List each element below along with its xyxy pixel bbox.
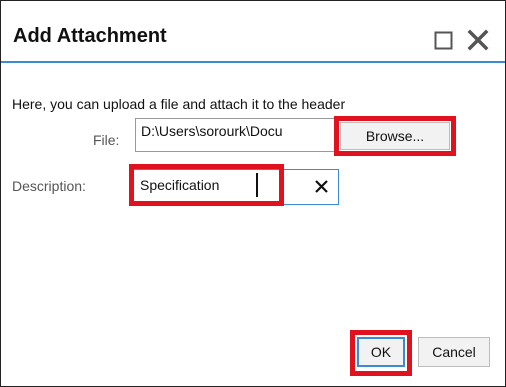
description-value: Specification: [140, 177, 220, 193]
maximize-icon[interactable]: [434, 31, 453, 50]
browse-button[interactable]: Browse...: [340, 122, 450, 150]
clear-icon[interactable]: [315, 180, 328, 193]
add-attachment-dialog: Add Attachment Here, you can upload a fi…: [0, 0, 506, 387]
text-caret: [256, 173, 258, 197]
file-label: File:: [93, 132, 120, 148]
file-path-input[interactable]: D:\Users\sorourk\Docu: [135, 118, 335, 152]
close-icon[interactable]: [466, 28, 490, 52]
description-label: Description:: [12, 178, 86, 194]
dialog-titlebar: Add Attachment: [1, 1, 505, 63]
intro-text: Here, you can upload a file and attach i…: [12, 96, 346, 112]
cancel-button[interactable]: Cancel: [418, 337, 490, 367]
ok-button[interactable]: OK: [357, 337, 405, 367]
dialog-title: Add Attachment: [13, 25, 167, 47]
